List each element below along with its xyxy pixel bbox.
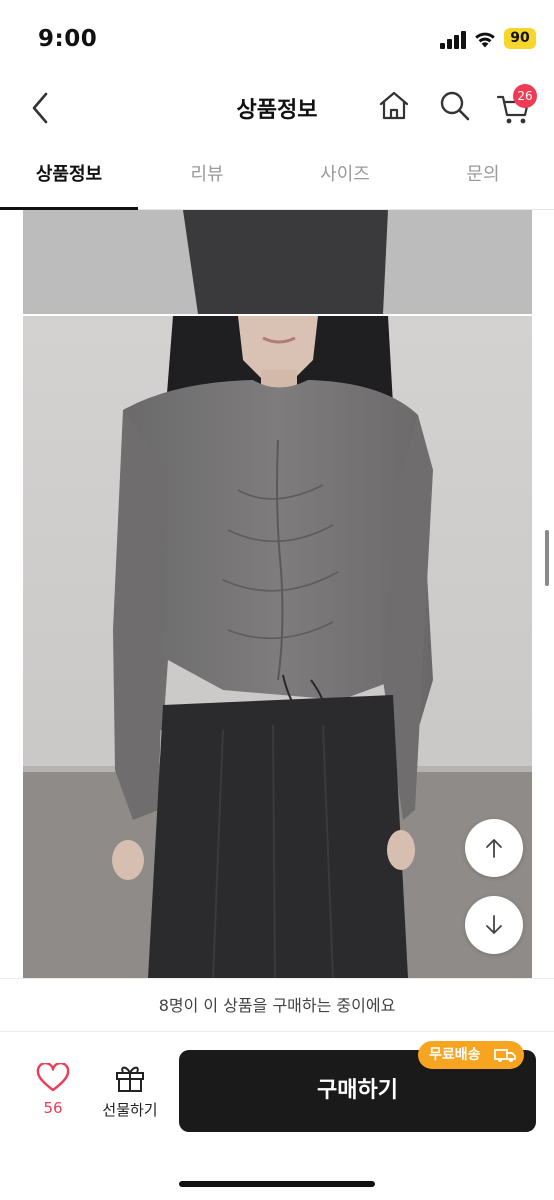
arrow-up-icon [486, 839, 502, 858]
wifi-icon [475, 32, 495, 48]
heart-icon [36, 1061, 70, 1092]
like-count: 56 [43, 1099, 63, 1117]
tab-inquiry[interactable]: 문의 [414, 148, 552, 209]
battery-indicator: 90 [504, 28, 536, 49]
tab-label: 상품정보 [35, 164, 103, 185]
search-icon[interactable] [438, 88, 472, 124]
tab-product-info[interactable]: 상품정보 [0, 148, 138, 210]
product-photo [23, 210, 532, 978]
arrow-down-icon [486, 915, 502, 934]
tab-label: 사이즈 [320, 164, 370, 185]
scroll-down-button[interactable] [465, 896, 523, 954]
home-indicator [179, 1181, 375, 1187]
bottom-action-bar: 56 선물하기 구매하기 무료배송 [0, 1033, 554, 1200]
like-button[interactable]: 56 [28, 1061, 78, 1125]
scroll-up-button[interactable] [465, 819, 523, 877]
status-time: 9:00 [38, 26, 98, 52]
tab-label: 문의 [466, 164, 500, 185]
free-shipping-label: 무료배송 [429, 1047, 481, 1063]
free-shipping-badge: 무료배송 [418, 1041, 524, 1069]
tab-reviews[interactable]: 리뷰 [138, 148, 276, 209]
gift-label: 선물하기 [102, 1101, 158, 1119]
gift-icon [116, 1066, 144, 1092]
cart-count-badge: 26 [513, 84, 537, 108]
truck-icon [494, 1049, 516, 1062]
tab-size[interactable]: 사이즈 [276, 148, 414, 209]
scrollbar[interactable] [545, 530, 549, 586]
tab-label: 리뷰 [190, 164, 224, 185]
nav-bar: 상품정보 [0, 76, 554, 138]
gift-button[interactable]: 선물하기 [96, 1063, 164, 1125]
tab-bar: 상품정보 리뷰 사이즈 문의 [0, 148, 554, 210]
purchase-activity-notice: 8명이 이 상품을 구매하는 중이에요 [0, 978, 554, 1032]
home-icon[interactable] [377, 88, 411, 124]
cellular-signal-icon [440, 31, 466, 49]
status-bar: 9:00 90 [0, 0, 554, 76]
